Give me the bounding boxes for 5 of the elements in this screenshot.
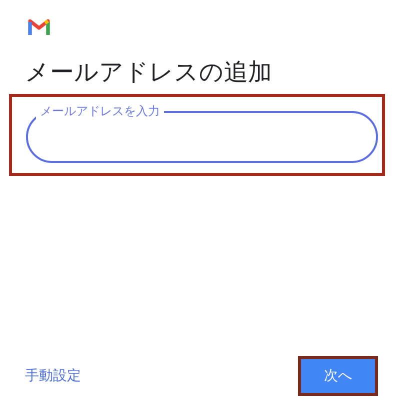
next-button[interactable]: 次へ xyxy=(298,356,378,396)
field-label: メールアドレスを入力 xyxy=(36,103,164,119)
page-title: メールアドレスの追加 xyxy=(25,57,273,88)
manual-setup-link[interactable]: 手動設定 xyxy=(25,366,81,386)
mail-logo-icon xyxy=(28,18,50,36)
